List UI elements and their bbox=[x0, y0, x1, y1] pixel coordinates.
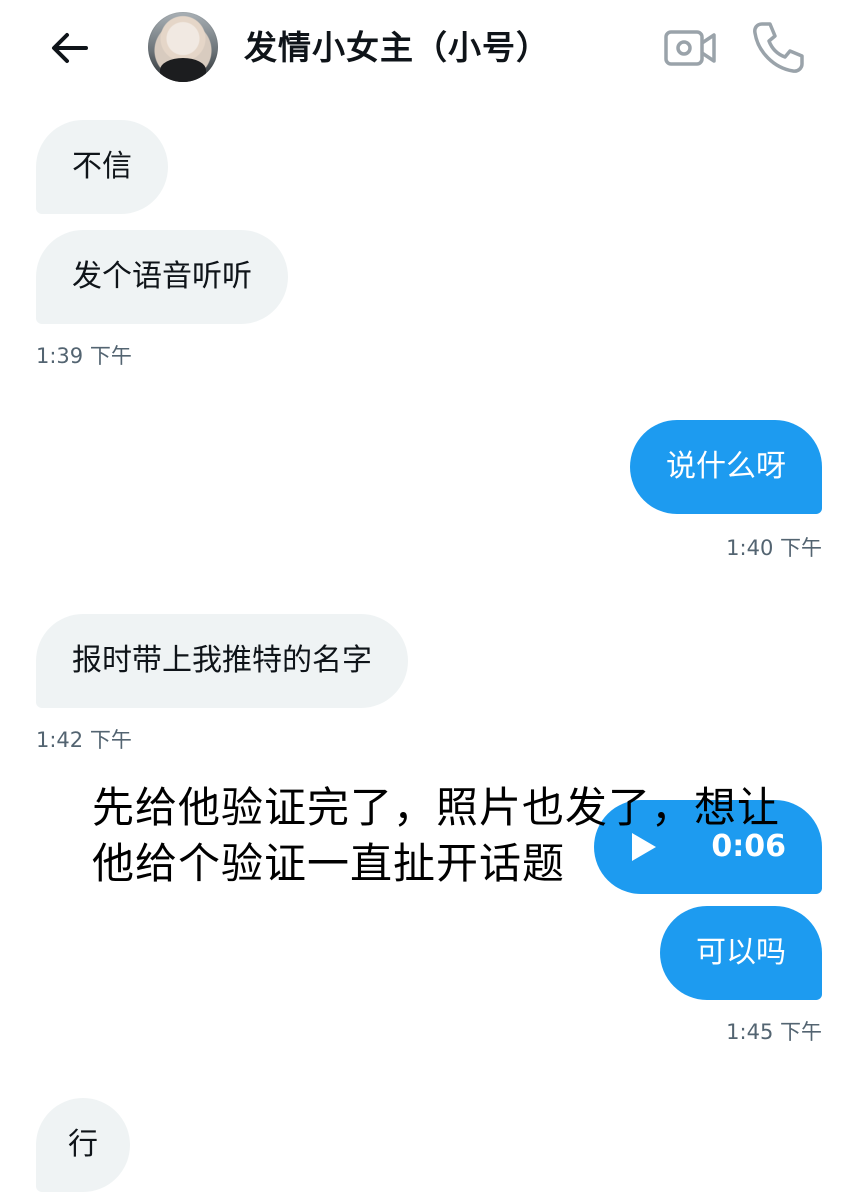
chat-title[interactable]: 发情小女主（小号） bbox=[244, 22, 550, 74]
voice-call-button[interactable] bbox=[748, 18, 806, 76]
overlay-caption: 先给他验证完了，照片也发了，想让 他给个验证一直扯开话题 bbox=[92, 780, 792, 892]
message-text: 不信 bbox=[72, 149, 132, 184]
message-timestamp: 1:40 下午 bbox=[726, 536, 822, 560]
message-text: 发个语音听听 bbox=[72, 259, 252, 294]
message-bubble[interactable]: 可以吗 bbox=[660, 906, 822, 1000]
message-bubble[interactable]: 不信 bbox=[36, 120, 168, 214]
message-text: 可以吗 bbox=[696, 935, 786, 970]
overlay-caption-line: 先给他验证完了，照片也发了，想让 bbox=[92, 783, 781, 832]
message-text: 行 bbox=[68, 1127, 98, 1162]
message-bubble[interactable]: 说什么呀 bbox=[630, 420, 822, 514]
message-bubble[interactable]: 报时带上我推特的名字 bbox=[36, 614, 408, 708]
video-call-button[interactable] bbox=[662, 22, 718, 74]
phone-icon bbox=[753, 22, 804, 73]
message-text: 报时带上我推特的名字 bbox=[72, 643, 372, 678]
message-bubble[interactable]: 发个语音听听 bbox=[36, 230, 288, 324]
back-button[interactable] bbox=[46, 26, 94, 70]
message-timestamp: 1:45 下午 bbox=[726, 1020, 822, 1044]
message-timestamp: 1:39 下午 bbox=[36, 344, 132, 368]
message-timestamp: 1:42 下午 bbox=[36, 728, 132, 752]
overlay-caption-line: 他给个验证一直扯开话题 bbox=[92, 839, 566, 888]
back-arrow-icon bbox=[52, 33, 88, 63]
video-call-icon bbox=[664, 30, 716, 66]
chat-header: 发情小女主（小号） bbox=[0, 0, 856, 100]
message-text: 说什么呀 bbox=[666, 449, 786, 484]
message-bubble[interactable]: 行 bbox=[36, 1098, 130, 1192]
avatar[interactable] bbox=[148, 12, 218, 82]
